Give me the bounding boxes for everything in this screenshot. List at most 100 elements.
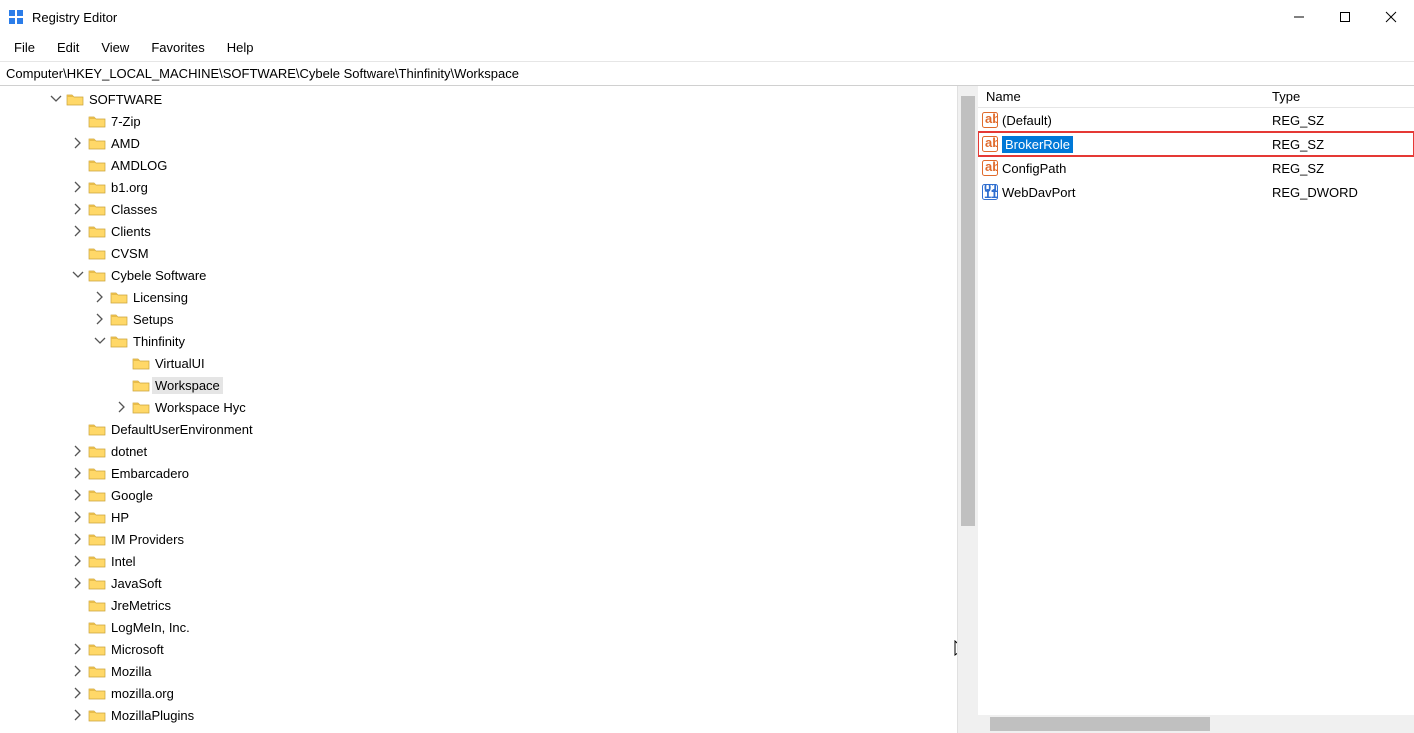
chevron-right-icon[interactable] [70, 487, 86, 503]
tree-item[interactable]: SOFTWARE [4, 88, 957, 110]
tree-item[interactable]: LogMeIn, Inc. [4, 616, 957, 638]
chevron-right-icon[interactable] [70, 509, 86, 525]
tree-scrollbar[interactable] [958, 86, 978, 733]
tree-item[interactable]: HP [4, 506, 957, 528]
value-row[interactable]: ConfigPathREG_SZ [978, 156, 1414, 180]
chevron-right-icon[interactable] [70, 223, 86, 239]
value-row[interactable]: (Default) REG_SZ [978, 108, 1414, 132]
tree-item[interactable]: AMDLOG [4, 154, 957, 176]
values-hscrollbar-thumb[interactable] [990, 717, 1210, 731]
menu-file[interactable]: File [14, 40, 35, 55]
menu-edit[interactable]: Edit [57, 40, 79, 55]
chevron-right-icon[interactable] [70, 707, 86, 723]
tree-pane[interactable]: SOFTWARE7-Zip AMD AMDLOGb1.org Classes Clien… [0, 86, 958, 733]
tree-item-label: Classes [108, 201, 160, 218]
value-name: WebDavPort [1002, 185, 1075, 200]
tree-item[interactable]: Thinfinity [4, 330, 957, 352]
tree-item-label: Cybele Software [108, 267, 209, 284]
tree-item-label: Thinfinity [130, 333, 188, 350]
chevron-right-icon[interactable] [70, 135, 86, 151]
registry-tree: SOFTWARE7-Zip AMD AMDLOGb1.org Classes Clien… [0, 88, 957, 726]
chevron-none [70, 619, 86, 635]
column-header-name[interactable]: Name [978, 89, 1268, 104]
folder-icon [66, 92, 84, 106]
tree-item[interactable]: Cybele Software [4, 264, 957, 286]
folder-icon [88, 598, 106, 612]
chevron-down-icon[interactable] [92, 333, 108, 349]
chevron-right-icon[interactable] [70, 641, 86, 657]
chevron-right-icon[interactable] [70, 443, 86, 459]
chevron-right-icon[interactable] [70, 685, 86, 701]
maximize-button[interactable] [1322, 0, 1368, 34]
minimize-button[interactable] [1276, 0, 1322, 34]
chevron-right-icon[interactable] [70, 465, 86, 481]
chevron-right-icon[interactable] [70, 553, 86, 569]
titlebar: Registry Editor [0, 0, 1414, 34]
value-type: REG_SZ [1268, 113, 1414, 128]
tree-item-label: dotnet [108, 443, 150, 460]
chevron-right-icon[interactable] [70, 201, 86, 217]
value-row[interactable]: BrokerRoleREG_SZ [978, 132, 1414, 156]
tree-item[interactable]: JavaSoft [4, 572, 957, 594]
tree-item[interactable]: Classes [4, 198, 957, 220]
reg-dword-icon [982, 184, 998, 200]
value-type: REG_SZ [1268, 137, 1414, 152]
tree-item-label: LogMeIn, Inc. [108, 619, 193, 636]
tree-item[interactable]: 7-Zip [4, 110, 957, 132]
column-header-type[interactable]: Type [1268, 89, 1414, 104]
menu-help[interactable]: Help [227, 40, 254, 55]
chevron-none [70, 157, 86, 173]
tree-item[interactable]: Setups [4, 308, 957, 330]
tree-item[interactable]: Mozilla [4, 660, 957, 682]
tree-item[interactable]: Workspace Hyc [4, 396, 957, 418]
tree-item-label: AMD [108, 135, 143, 152]
tree-item[interactable]: DefaultUserEnvironment [4, 418, 957, 440]
tree-item-label: IM Providers [108, 531, 187, 548]
chevron-right-icon[interactable] [92, 289, 108, 305]
chevron-right-icon[interactable] [70, 575, 86, 591]
close-button[interactable] [1368, 0, 1414, 34]
values-list[interactable]: (Default)REG_SZBrokerRoleREG_SZConfigPat… [978, 108, 1414, 715]
tree-item[interactable]: MozillaPlugins [4, 704, 957, 726]
tree-item-label: Licensing [130, 289, 191, 306]
menu-view[interactable]: View [101, 40, 129, 55]
menu-favorites[interactable]: Favorites [151, 40, 204, 55]
tree-item[interactable]: JreMetrics [4, 594, 957, 616]
chevron-right-icon[interactable] [114, 399, 130, 415]
tree-item[interactable]: VirtualUI [4, 352, 957, 374]
tree-item[interactable]: b1.org [4, 176, 957, 198]
tree-item-label: DefaultUserEnvironment [108, 421, 256, 438]
tree-item-label: Clients [108, 223, 154, 240]
chevron-down-icon[interactable] [70, 267, 86, 283]
folder-icon [110, 312, 128, 326]
tree-scrollbar-thumb[interactable] [961, 96, 975, 526]
chevron-right-icon[interactable] [92, 311, 108, 327]
tree-item[interactable]: CVSM [4, 242, 957, 264]
tree-item[interactable]: Embarcadero [4, 462, 957, 484]
tree-item[interactable]: AMD [4, 132, 957, 154]
folder-icon [88, 180, 106, 194]
titlebar-left: Registry Editor [8, 9, 117, 25]
value-name: (Default) [1002, 113, 1052, 128]
value-type: REG_SZ [1268, 161, 1414, 176]
folder-icon [88, 576, 106, 590]
tree-item-label: Mozilla [108, 663, 154, 680]
chevron-right-icon[interactable] [70, 663, 86, 679]
value-row[interactable]: WebDavPort REG_DWORD [978, 180, 1414, 204]
tree-item[interactable]: dotnet [4, 440, 957, 462]
tree-item[interactable]: Microsoft [4, 638, 957, 660]
tree-item[interactable]: Intel [4, 550, 957, 572]
chevron-right-icon[interactable] [70, 179, 86, 195]
tree-item[interactable]: Workspace [4, 374, 957, 396]
chevron-right-icon[interactable] [70, 531, 86, 547]
tree-item[interactable]: Google [4, 484, 957, 506]
tree-item[interactable]: mozilla.org [4, 682, 957, 704]
values-hscrollbar[interactable] [978, 715, 1414, 733]
tree-item-label: CVSM [108, 245, 152, 262]
chevron-down-icon[interactable] [48, 91, 64, 107]
tree-item[interactable]: Clients [4, 220, 957, 242]
tree-item[interactable]: Licensing [4, 286, 957, 308]
value-type: REG_DWORD [1268, 185, 1414, 200]
tree-item[interactable]: IM Providers [4, 528, 957, 550]
address-bar[interactable]: Computer\HKEY_LOCAL_MACHINE\SOFTWARE\Cyb… [0, 62, 1414, 86]
